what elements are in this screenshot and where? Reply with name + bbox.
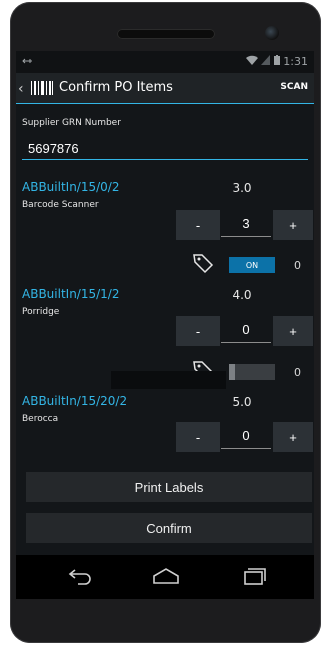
item-name: Porridge [22,307,60,317]
item-code: ABBuiltIn/15/20/2 [22,394,128,408]
wifi-icon [245,55,258,65]
expected-qty: 4.0 [232,288,252,302]
increment-button[interactable]: + [273,316,313,346]
item-name: Berocca [22,414,59,424]
print-labels-button[interactable]: Print Labels [26,472,312,502]
status-time: 1:31 [283,55,308,68]
print-label-toggle[interactable] [229,364,275,380]
usb-debug-icon [22,56,33,69]
item-name: Barcode Scanner [22,200,99,210]
status-bar: 1:31 [16,51,314,73]
front-camera [265,26,279,40]
earpiece-speaker [117,29,215,39]
quantity-input[interactable] [221,422,271,449]
action-bar: ‹ Confirm PO Items SCAN [16,73,314,104]
decrement-button[interactable]: - [176,210,220,240]
recents-icon[interactable] [243,567,267,589]
status-right: 1:31 [245,55,308,68]
home-icon[interactable] [152,567,180,589]
expected-qty: 5.0 [232,395,252,409]
item-code: ABBuiltIn/15/0/2 [22,180,120,194]
screen: 1:31 ‹ Confirm PO Items SCAN Supplier GR… [16,51,314,599]
label-tag-icon [192,252,214,274]
navigation-bar [16,555,314,599]
content-area: Supplier GRN Number ABBuiltIn/15/0/2 Bar… [16,104,314,555]
quantity-input[interactable] [221,210,271,237]
expected-qty: 3.0 [232,181,252,195]
scan-button[interactable]: SCAN [280,82,308,92]
increment-button[interactable]: + [273,422,313,452]
overlay-bar [111,371,226,389]
decrement-button[interactable]: - [176,316,220,346]
print-label-toggle[interactable]: ON [229,257,275,273]
decrement-button[interactable]: - [176,422,220,452]
up-caret-icon[interactable]: ‹ [18,81,24,97]
label-count: 0 [294,259,301,272]
phone-frame: 1:31 ‹ Confirm PO Items SCAN Supplier GR… [10,2,321,643]
page-title: Confirm PO Items [59,80,173,95]
confirm-button[interactable]: Confirm [26,513,312,543]
toggle-thumb [229,364,235,380]
signal-icon [261,55,271,65]
increment-button[interactable]: + [273,210,313,240]
barcode-logo-icon[interactable] [30,80,54,100]
battery-icon [273,55,280,65]
grn-input[interactable] [22,138,308,160]
label-count: 0 [294,366,301,379]
item-code: ABBuiltIn/15/1/2 [22,287,120,301]
quantity-input[interactable] [221,316,271,343]
grn-label: Supplier GRN Number [22,118,121,128]
back-icon[interactable] [68,567,92,589]
